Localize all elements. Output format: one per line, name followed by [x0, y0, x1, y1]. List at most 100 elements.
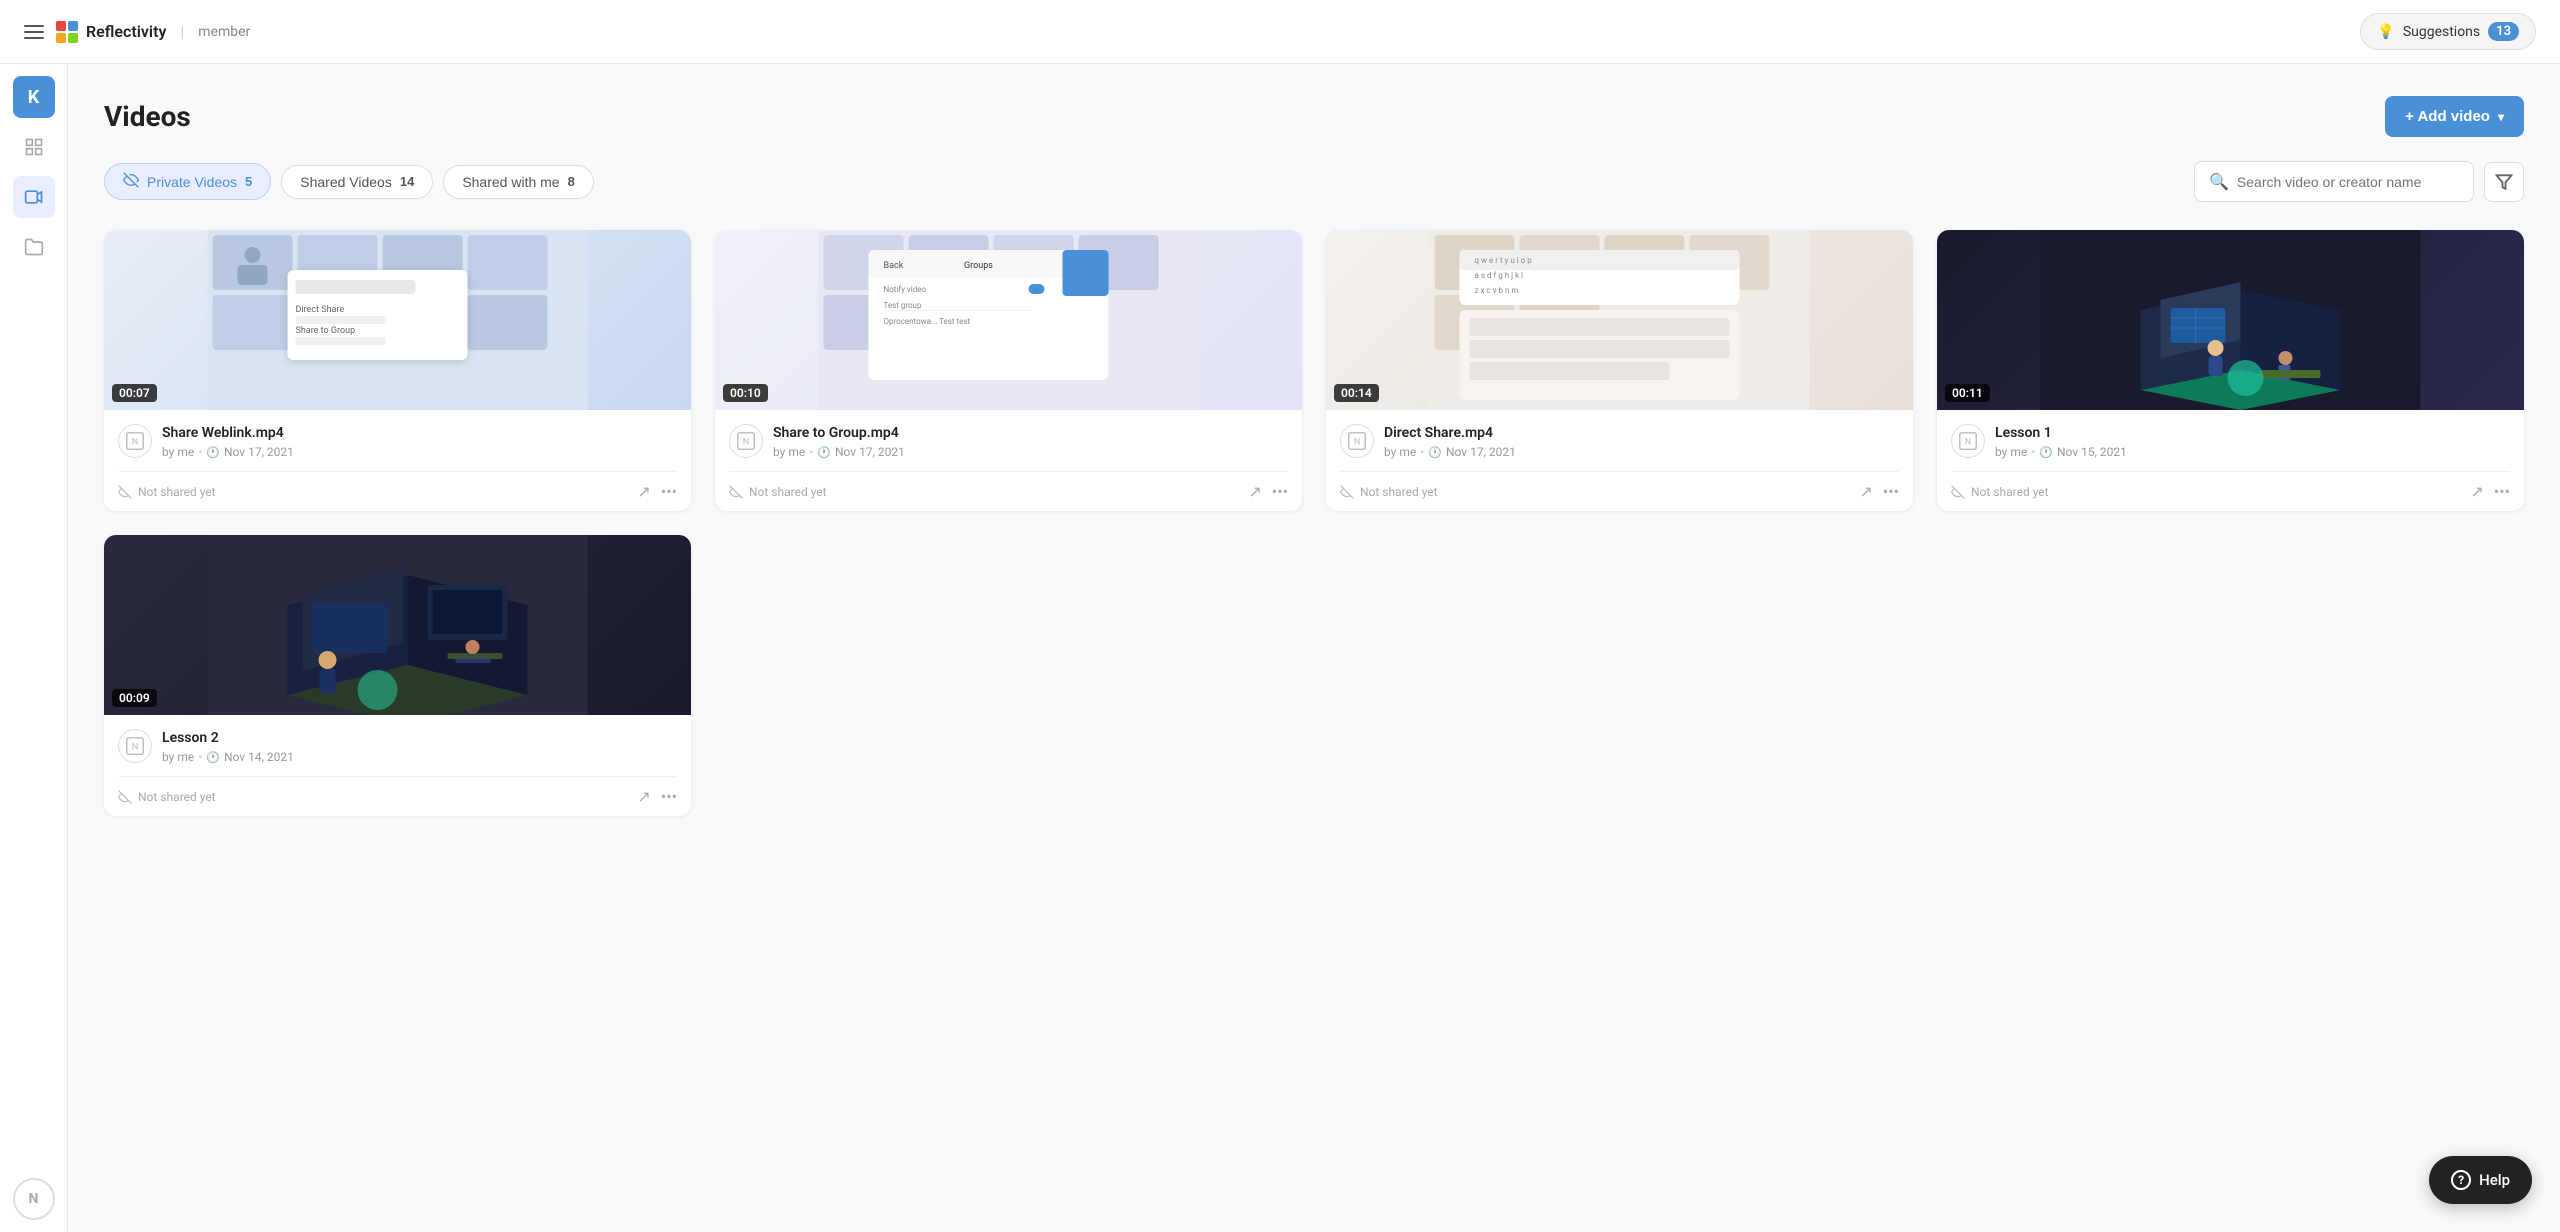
chevron-down-icon: ▾ [2498, 110, 2504, 124]
video-title-5: Lesson 2 [162, 729, 677, 747]
video-sub-2: by me • 🕐 Nov 17, 2021 [773, 445, 1288, 459]
svg-text:Oprocentowa... Test test: Oprocentowa... Test test [884, 317, 971, 326]
video-avatar-2: N [729, 424, 763, 458]
video-actions-5: Not shared yet ↗ ••• [118, 776, 677, 806]
page-header: Videos + Add video ▾ [104, 96, 2524, 137]
more-icon-1[interactable]: ••• [661, 482, 677, 501]
video-duration-2: 00:10 [723, 384, 768, 402]
more-icon-3[interactable]: ••• [1883, 482, 1899, 501]
tab-group: Private Videos 5 Shared Videos 14 Shared… [104, 163, 594, 200]
svg-text:N: N [132, 743, 139, 753]
add-video-button[interactable]: + Add video ▾ [2385, 96, 2524, 137]
video-card-direct-share[interactable]: q w e r t y u i o p a s d f g h j k l z … [1326, 230, 1913, 511]
not-shared-status-2: Not shared yet [729, 485, 827, 499]
filter-button[interactable] [2484, 162, 2524, 202]
search-box[interactable]: 🔍 [2194, 161, 2474, 202]
sidebar-item-folders[interactable] [13, 226, 55, 268]
logo-sq-green [68, 33, 78, 43]
tab-shared-with-me[interactable]: Shared with me 8 [443, 165, 594, 199]
video-title-4: Lesson 1 [1995, 424, 2510, 442]
svg-text:a s d f g h j k l: a s d f g h j k l [1475, 271, 1524, 280]
logo-role: member [198, 24, 250, 40]
search-input[interactable] [2237, 174, 2459, 190]
share-icon-4[interactable]: ↗ [2470, 482, 2483, 501]
video-thumbnail-share-weblink: Direct Share Share to Group 00:07 [104, 230, 691, 410]
video-thumbnail-share-group: Back Groups Share Notify video Test grou… [715, 230, 1302, 410]
video-card-lesson2[interactable]: 00:09 N Lesson 2 by me [104, 535, 691, 816]
video-thumbnail-lesson2: 00:09 [104, 535, 691, 715]
help-circle-icon: ? [2451, 1170, 2471, 1190]
logo-squares [56, 21, 78, 43]
video-details-2: Share to Group.mp4 by me • 🕐 Nov 17, 202… [773, 424, 1288, 459]
video-duration-4: 00:11 [1945, 384, 1990, 402]
video-info-5: N Lesson 2 by me • 🕐 Nov 14, 2021 [104, 715, 691, 816]
more-icon-5[interactable]: ••• [661, 787, 677, 806]
page-title: Videos [104, 100, 191, 133]
action-icons-2: ↗ ••• [1248, 482, 1288, 501]
svg-text:N: N [1965, 438, 1972, 448]
share-icon-2[interactable]: ↗ [1248, 482, 1261, 501]
svg-text:Notify video: Notify video [884, 285, 927, 294]
tab-private-count: 5 [245, 174, 252, 189]
hamburger-menu[interactable] [24, 25, 44, 39]
clock-icon-5: 🕐 [206, 751, 220, 764]
share-icon-1[interactable]: ↗ [637, 482, 650, 501]
lightbulb-icon: 💡 [2377, 24, 2394, 40]
video-details-4: Lesson 1 by me • 🕐 Nov 15, 2021 [1995, 424, 2510, 459]
video-meta-top-1: N Share Weblink.mp4 by me • 🕐 Nov 17, 20… [118, 424, 677, 459]
add-video-label: + Add video [2405, 108, 2490, 125]
filters-row: Private Videos 5 Shared Videos 14 Shared… [104, 161, 2524, 202]
video-duration-3: 00:14 [1334, 384, 1379, 402]
video-card-share-weblink[interactable]: Direct Share Share to Group 00:07 [104, 230, 691, 511]
video-avatar-3: N [1340, 424, 1374, 458]
svg-text:N: N [743, 438, 750, 448]
more-icon-4[interactable]: ••• [2494, 482, 2510, 501]
clock-icon-3: 🕐 [1428, 446, 1442, 459]
sidebar-bottom-logo[interactable]: N [13, 1178, 55, 1220]
more-icon-2[interactable]: ••• [1272, 482, 1288, 501]
not-shared-status-3: Not shared yet [1340, 485, 1438, 499]
video-details-5: Lesson 2 by me • 🕐 Nov 14, 2021 [162, 729, 677, 764]
video-sub-5: by me • 🕐 Nov 14, 2021 [162, 750, 677, 764]
video-sub-1: by me • 🕐 Nov 17, 2021 [162, 445, 677, 459]
tab-private-videos[interactable]: Private Videos 5 [104, 163, 271, 200]
tab-private-label: Private Videos [147, 174, 237, 190]
action-icons-4: ↗ ••• [2470, 482, 2510, 501]
navbar: Reflectivity | member 💡 Suggestions 13 [0, 0, 2560, 64]
share-icon-3[interactable]: ↗ [1859, 482, 1872, 501]
clock-icon-2: 🕐 [817, 446, 831, 459]
video-details-3: Direct Share.mp4 by me • 🕐 Nov 17, 2021 [1384, 424, 1899, 459]
action-icons-5: ↗ ••• [637, 787, 677, 806]
sidebar-item-dashboard[interactable] [13, 126, 55, 168]
video-duration-1: 00:07 [112, 384, 157, 402]
logo-sq-yellow [56, 33, 66, 43]
video-actions-4: Not shared yet ↗ ••• [1951, 471, 2510, 501]
video-sub-4: by me • 🕐 Nov 15, 2021 [1995, 445, 2510, 459]
video-meta-top-5: N Lesson 2 by me • 🕐 Nov 14, 2021 [118, 729, 677, 764]
logo-sq-blue [68, 21, 78, 31]
tab-shared-videos[interactable]: Shared Videos 14 [281, 165, 433, 199]
video-card-lesson1[interactable]: 00:11 N Lesson 1 by me [1937, 230, 2524, 511]
help-button[interactable]: ? Help [2429, 1156, 2532, 1204]
sidebar-item-videos[interactable] [13, 176, 55, 218]
sidebar-avatar[interactable]: K [13, 76, 55, 118]
video-actions-3: Not shared yet ↗ ••• [1340, 471, 1899, 501]
suggestions-button[interactable]: 💡 Suggestions 13 [2360, 13, 2536, 50]
logo: Reflectivity | member [56, 21, 250, 43]
video-actions-2: Not shared yet ↗ ••• [729, 471, 1288, 501]
logo-sq-red [56, 21, 66, 31]
video-title-2: Share to Group.mp4 [773, 424, 1288, 442]
tab-shared-me-count: 8 [568, 174, 575, 189]
video-avatar-5: N [118, 729, 152, 763]
videos-grid: Direct Share Share to Group 00:07 [104, 230, 2524, 816]
video-duration-5: 00:09 [112, 689, 157, 707]
svg-text:q w e r t y u i o p: q w e r t y u i o p [1475, 256, 1533, 265]
logo-divider: | [180, 22, 184, 41]
action-icons-3: ↗ ••• [1859, 482, 1899, 501]
main-content: Videos + Add video ▾ Priv [68, 64, 2560, 1232]
tab-shared-label: Shared Videos [300, 174, 392, 190]
video-info-1: N Share Weblink.mp4 by me • 🕐 Nov 17, 20… [104, 410, 691, 511]
share-icon-5[interactable]: ↗ [637, 787, 650, 806]
video-card-share-group[interactable]: Back Groups Share Notify video Test grou… [715, 230, 1302, 511]
video-meta-top-4: N Lesson 1 by me • 🕐 Nov 15, 2021 [1951, 424, 2510, 459]
